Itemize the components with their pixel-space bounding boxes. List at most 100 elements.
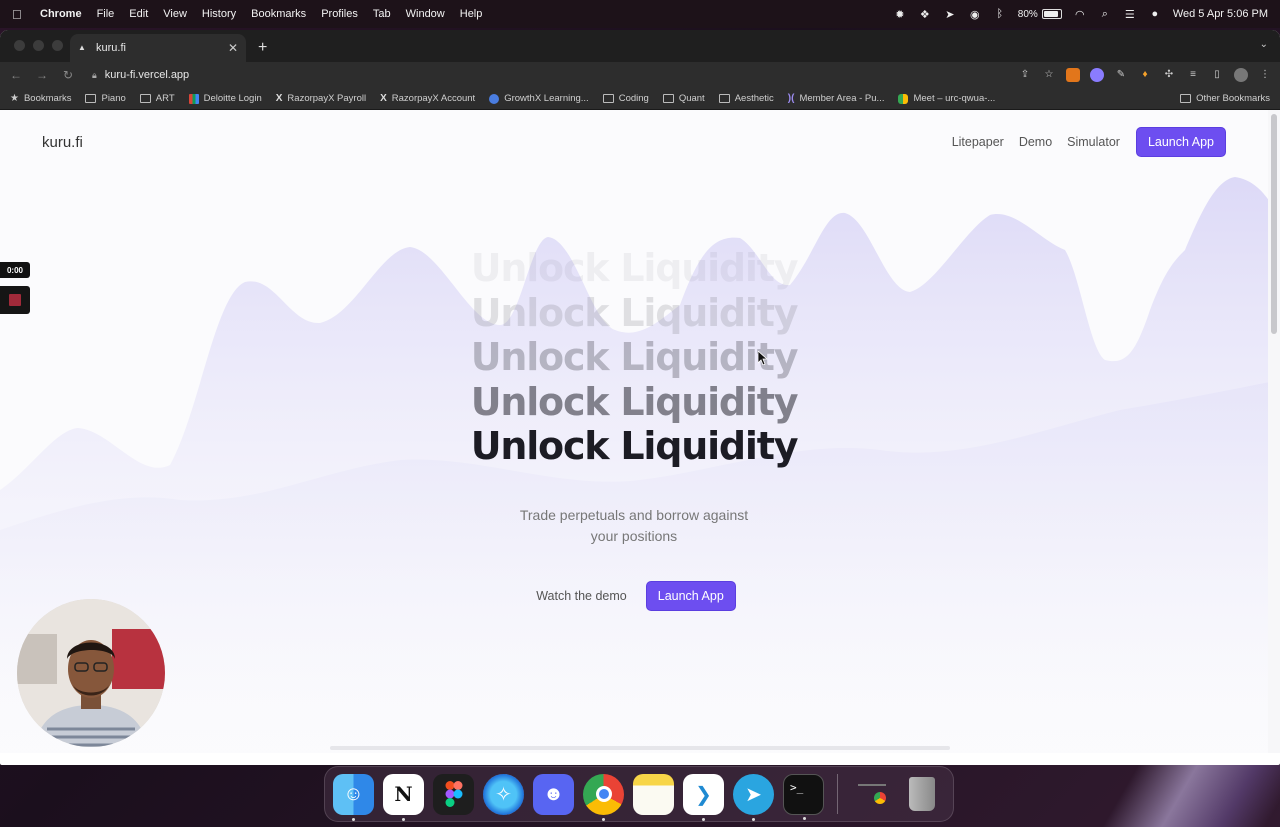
dock-separator xyxy=(837,774,838,814)
bookmark-item[interactable]: Meet – urc-qwua-... xyxy=(898,93,995,104)
close-window-button[interactable] xyxy=(14,40,25,51)
tab-kuru[interactable]: ▲ kuru.fi ✕ xyxy=(70,34,246,62)
folder-icon xyxy=(1180,94,1192,103)
zoom-window-button[interactable] xyxy=(52,40,63,51)
hero-heading-stack: Unlock Liquidity Unlock Liquidity Unlock… xyxy=(0,246,1268,469)
control-center-icon[interactable]: ☰ xyxy=(1123,7,1137,21)
menu-help[interactable]: Help xyxy=(460,8,483,20)
reading-list-icon[interactable]: ≡ xyxy=(1186,68,1200,82)
hero-subtitle-line-2: your positions xyxy=(590,528,678,544)
browser-menu-icon[interactable]: ⋮ xyxy=(1258,68,1272,82)
status-area: ✹ ❖ ➤ ◉ ᛒ 80% ◠ ⌕ ☰ ● Wed 5 Apr 5:06 PM xyxy=(893,7,1268,21)
trash-icon[interactable] xyxy=(901,774,942,815)
bookmark-item[interactable]: )(Member Area - Pu... xyxy=(788,93,885,104)
menu-app-name[interactable]: Chrome xyxy=(40,8,82,20)
side-panel-icon[interactable]: ▯ xyxy=(1210,68,1224,82)
nav-demo-link[interactable]: Demo xyxy=(1019,135,1052,149)
battery-indicator[interactable]: 80% xyxy=(1018,9,1062,20)
menu-history[interactable]: History xyxy=(202,8,236,20)
figma-icon[interactable] xyxy=(433,773,474,815)
metamask-extension-icon[interactable] xyxy=(1066,68,1080,82)
telegram-icon[interactable]: ➤ xyxy=(733,773,774,821)
spotlight-search-icon[interactable]: ⌕ xyxy=(1098,7,1112,21)
lock-icon[interactable]: 🔒︎ xyxy=(92,70,97,81)
close-tab-icon[interactable]: ✕ xyxy=(228,41,238,55)
navigation-icon[interactable]: ➤ xyxy=(943,7,957,21)
chrome-center-icon xyxy=(595,786,612,802)
vercel-favicon-icon: ▲ xyxy=(78,43,86,52)
bluetooth-icon[interactable]: ᛒ xyxy=(993,7,1007,21)
bookmark-star-icon[interactable]: ☆ xyxy=(1042,68,1056,82)
folder-icon xyxy=(85,94,97,103)
url-text[interactable]: kuru-fi.vercel.app xyxy=(105,69,189,81)
extension-flame-icon[interactable]: ♦ xyxy=(1138,68,1152,82)
reload-icon[interactable]: ↻ xyxy=(60,68,76,82)
safari-icon[interactable]: ✧ xyxy=(483,773,524,815)
notion-icon[interactable]: N xyxy=(383,773,424,821)
brightness-icon[interactable]: ✹ xyxy=(893,7,907,21)
bookmark-item[interactable]: Coding xyxy=(602,93,649,104)
play-circle-icon[interactable]: ◉ xyxy=(968,7,982,21)
new-tab-icon[interactable]: + xyxy=(258,39,267,57)
member-icon: )( xyxy=(787,93,795,104)
menu-tab[interactable]: Tab xyxy=(373,8,391,20)
bookmark-item[interactable]: X RazorpayX Payroll xyxy=(276,93,366,104)
other-bookmarks[interactable]: Other Bookmarks xyxy=(1180,93,1270,104)
menu-file[interactable]: File xyxy=(97,8,115,20)
bookmark-label: GrowthX Learning... xyxy=(504,93,589,104)
site-logo[interactable]: kuru.fi xyxy=(42,134,83,151)
apple-icon[interactable]:  xyxy=(12,7,26,22)
menubar-clock[interactable]: Wed 5 Apr 5:06 PM xyxy=(1173,8,1268,20)
discord-icon[interactable]: ☻ xyxy=(533,773,574,815)
nav-launch-app-button[interactable]: Launch App xyxy=(1135,127,1226,157)
tab-search-chevron-icon[interactable]: ⌄ xyxy=(1260,39,1268,50)
forward-icon[interactable]: → xyxy=(34,68,50,82)
menu-bookmarks[interactable]: Bookmarks xyxy=(251,8,306,20)
bookmark-item[interactable]: ★ Bookmarks xyxy=(10,93,71,104)
extension-edit-icon[interactable]: ✎ xyxy=(1114,68,1128,82)
bookmark-item[interactable]: X RazorpayX Account xyxy=(380,93,475,104)
extensions-puzzle-icon[interactable]: ✣ xyxy=(1162,68,1176,82)
profile-avatar-icon[interactable] xyxy=(1234,68,1248,82)
menu-window[interactable]: Window xyxy=(406,8,445,20)
hero-subtitle: Trade perpetuals and borrow against your… xyxy=(0,505,1268,547)
minimize-window-button[interactable] xyxy=(33,40,44,51)
nav-litepaper-link[interactable]: Litepaper xyxy=(952,135,1004,149)
bookmark-item[interactable]: Piano xyxy=(85,93,126,104)
figma-status-icon[interactable]: ❖ xyxy=(918,7,932,21)
chrome-icon[interactable] xyxy=(583,773,624,821)
recording-timer: 0:00 xyxy=(0,262,30,278)
address-bar[interactable]: 🔒︎ kuru-fi.vercel.app xyxy=(86,64,1008,86)
watch-demo-link[interactable]: Watch the demo xyxy=(532,589,631,603)
menu-view[interactable]: View xyxy=(163,8,187,20)
stop-recording-button[interactable] xyxy=(0,286,30,314)
downloads-icon[interactable] xyxy=(851,774,892,815)
horizontal-scroll-indicator[interactable] xyxy=(330,746,950,750)
siri-icon[interactable]: ● xyxy=(1148,7,1162,21)
page-scrollbar-thumb[interactable] xyxy=(1271,114,1277,334)
figma-logo xyxy=(445,781,462,807)
bookmark-label: Piano xyxy=(101,93,126,104)
menu-profiles[interactable]: Profiles xyxy=(321,8,358,20)
bookmark-item[interactable]: Aesthetic xyxy=(718,93,774,104)
menu-edit[interactable]: Edit xyxy=(129,8,148,20)
nav-simulator-link[interactable]: Simulator xyxy=(1067,135,1120,149)
share-icon[interactable]: ⇪ xyxy=(1018,68,1032,82)
vscode-icon[interactable]: ❯ xyxy=(683,773,724,821)
hero-launch-app-button[interactable]: Launch App xyxy=(645,581,736,611)
terminal-icon[interactable]: >_ xyxy=(783,773,824,820)
hero-cta-row: Watch the demo Launch App xyxy=(0,581,1268,611)
bookmark-item[interactable]: Quant xyxy=(662,93,705,104)
page-scrollbar[interactable] xyxy=(1268,110,1280,753)
mouse-cursor-icon xyxy=(758,351,768,365)
wifi-icon[interactable]: ◠ xyxy=(1073,7,1087,21)
finder-icon[interactable]: ☺ xyxy=(333,773,374,821)
bookmark-item[interactable]: Deloitte Login xyxy=(188,93,262,104)
back-icon[interactable]: ← xyxy=(8,68,24,82)
notes-icon[interactable] xyxy=(633,773,674,815)
extension-circle-icon[interactable] xyxy=(1090,68,1104,82)
macos-menubar:  Chrome File Edit View History Bookmark… xyxy=(0,0,1280,28)
bookmark-item[interactable]: ART xyxy=(139,93,175,104)
folder-icon xyxy=(139,94,151,103)
bookmark-item[interactable]: GrowthX Learning... xyxy=(489,93,589,104)
